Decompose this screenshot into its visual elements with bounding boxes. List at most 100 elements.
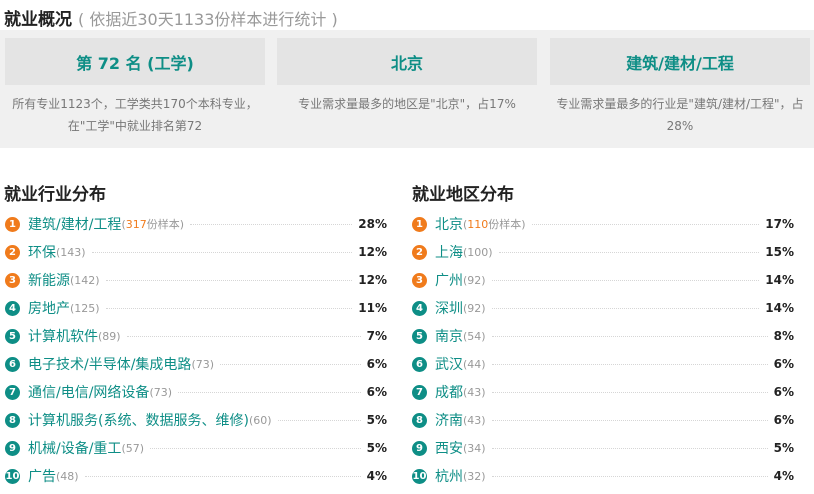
sample-count: (44)	[463, 357, 486, 371]
sample-count: (89)	[98, 329, 121, 343]
industry-name-link[interactable]: 广告	[28, 466, 56, 486]
sample-suffix: 份样本	[488, 218, 522, 231]
dotted-leader	[105, 307, 353, 309]
industry-list-item: 7 通信/电信/网络设备 (73) 6%	[5, 378, 387, 406]
region-list-item: 2 上海 (100) 15%	[412, 238, 794, 266]
sample-count: (110份样本)	[463, 218, 526, 231]
industry-name-link[interactable]: 房地产	[28, 298, 70, 318]
percentage: 7%	[366, 329, 387, 343]
region-name-link[interactable]: 杭州	[435, 466, 463, 486]
industry-list-item: 10 广告 (48) 4%	[5, 462, 387, 490]
overview-subtitle: ( 依据近30天1133份样本进行统计 )	[78, 10, 338, 29]
rank-badge: 2	[5, 244, 20, 260]
industry-list-item: 2 环保 (143) 12%	[5, 238, 387, 266]
percentage: 4%	[773, 469, 794, 483]
sample-suffix: 份样本	[146, 218, 180, 231]
region-list-item: 4 深圳 (92) 14%	[412, 294, 794, 322]
sample-count: (34)	[463, 441, 486, 455]
industry-name-link[interactable]: 环保	[28, 242, 56, 262]
region-name-link[interactable]: 成都	[435, 382, 463, 402]
region-list-item: 1 北京 (110份样本) 17%	[412, 210, 794, 238]
industry-name-link[interactable]: 电子技术/半导体/集成电路	[28, 354, 191, 374]
industry-name-link[interactable]: 计算机服务(系统、数据服务、维修)	[28, 410, 249, 430]
region-list: 1 北京 (110份样本) 17% 2 上海 (100) 15% 3 广州 (92) 14% 4 深圳 (9…	[412, 210, 794, 490]
percentage: 6%	[773, 385, 794, 399]
percentage: 6%	[773, 413, 794, 427]
dotted-leader	[491, 279, 760, 281]
sample-count: (48)	[56, 469, 79, 483]
percentage: 12%	[358, 245, 387, 259]
summary-card-region: 北京 专业需求量最多的地区是"北京"，占17%	[277, 38, 537, 115]
rank-badge: 2	[412, 244, 427, 260]
region-name-link[interactable]: 西安	[435, 438, 463, 458]
industry-list: 1 建筑/建材/工程 (317份样本) 28% 2 环保 (143) 12% 3 新能源 (142)…	[5, 210, 387, 490]
percentage: 5%	[366, 441, 387, 455]
region-list-item: 8 济南 (43) 6%	[412, 406, 794, 434]
rank-badge: 7	[5, 384, 20, 400]
sample-count: (317份样本)	[121, 218, 185, 231]
overview-title: 就业概况	[4, 10, 72, 30]
region-name-link[interactable]: 深圳	[435, 298, 463, 318]
region-list-item: 9 西安 (34) 5%	[412, 434, 794, 462]
percentage: 6%	[366, 385, 387, 399]
percentage: 14%	[765, 273, 794, 287]
sample-count: (92)	[463, 301, 486, 315]
industry-list-item: 3 新能源 (142) 12%	[5, 266, 387, 294]
summary-card-industry-desc: 专业需求量最多的行业是"建筑/建材/工程"，占28%	[556, 97, 804, 133]
rank-badge: 9	[5, 440, 20, 456]
sample-count: (73)	[191, 357, 215, 371]
rank-badge: 4	[412, 300, 427, 316]
sample-count: (43)	[463, 413, 486, 427]
region-name-link[interactable]: 上海	[435, 242, 463, 262]
industry-list-item: 8 计算机服务(系统、数据服务、维修) (60) 5%	[5, 406, 387, 434]
industry-name-link[interactable]: 机械/设备/重工	[28, 438, 121, 458]
sample-count: (43)	[463, 385, 486, 399]
industry-name-link[interactable]: 新能源	[28, 270, 70, 290]
industry-name-link[interactable]: 计算机软件	[28, 326, 98, 346]
summary-card-region-head: 北京	[277, 38, 537, 85]
sample-count: (100)	[463, 245, 493, 259]
dotted-leader	[178, 391, 361, 393]
rank-badge: 5	[5, 328, 20, 344]
dotted-leader	[91, 251, 353, 253]
dotted-leader	[491, 419, 768, 421]
sample-count: (143)	[56, 245, 86, 259]
industry-name-link[interactable]: 建筑/建材/工程	[28, 214, 121, 234]
rank-badge: 6	[5, 356, 20, 372]
dotted-leader	[491, 447, 768, 449]
industry-list-item: 1 建筑/建材/工程 (317份样本) 28%	[5, 210, 387, 238]
rank-badge: 10	[5, 468, 20, 484]
rank-badge: 6	[412, 356, 427, 372]
dotted-leader	[277, 419, 361, 421]
dotted-leader	[491, 475, 768, 477]
percentage: 15%	[765, 245, 794, 259]
dotted-leader	[531, 223, 760, 225]
summary-card-rank: 第 72 名 (工学) 所有专业1123个，工学类共170个本科专业，在"工学"…	[5, 38, 265, 137]
sample-count: (57)	[121, 441, 145, 455]
sample-count: (142)	[70, 273, 100, 287]
sample-count: (125)	[70, 301, 100, 315]
rank-badge: 8	[412, 412, 427, 428]
summary-panel: 第 72 名 (工学) 所有专业1123个，工学类共170个本科专业，在"工学"…	[0, 30, 814, 148]
percentage: 5%	[773, 441, 794, 455]
rank-badge: 3	[5, 272, 20, 288]
industry-list-item: 5 计算机软件 (89) 7%	[5, 322, 387, 350]
industry-section-title: 就业行业分布	[4, 185, 106, 205]
region-name-link[interactable]: 广州	[435, 270, 463, 290]
region-name-link[interactable]: 武汉	[435, 354, 463, 374]
summary-card-region-desc: 专业需求量最多的地区是"北京"，占17%	[298, 97, 516, 111]
rank-badge: 4	[5, 300, 20, 316]
sample-count-number: 110	[467, 218, 489, 231]
percentage: 8%	[773, 329, 794, 343]
summary-card-rank-head: 第 72 名 (工学)	[5, 38, 265, 85]
region-list-item: 5 南京 (54) 8%	[412, 322, 794, 350]
percentage: 11%	[358, 301, 387, 315]
region-name-link[interactable]: 南京	[435, 326, 463, 346]
region-name-link[interactable]: 北京	[435, 214, 463, 234]
sample-count: (73)	[149, 385, 173, 399]
industry-list-item: 9 机械/设备/重工 (57) 5%	[5, 434, 387, 462]
percentage: 6%	[773, 357, 794, 371]
dotted-leader	[105, 279, 353, 281]
industry-name-link[interactable]: 通信/电信/网络设备	[28, 382, 149, 402]
region-name-link[interactable]: 济南	[435, 410, 463, 430]
